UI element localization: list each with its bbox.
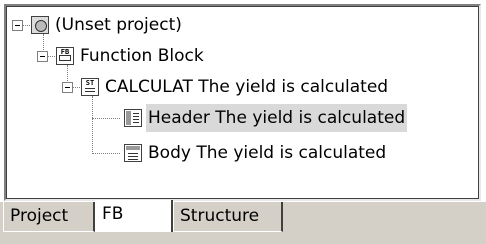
tab-structure[interactable]: Structure xyxy=(173,202,283,232)
tree-view[interactable]: (Unset project) FB Function Block ST CAL… xyxy=(4,4,481,201)
tab-strip: Project FB Structure xyxy=(0,200,486,244)
function-block-icon: FB xyxy=(56,47,74,65)
tab-project[interactable]: Project xyxy=(3,202,95,232)
project-tree-window: (Unset project) FB Function Block ST CAL… xyxy=(0,0,486,244)
collapse-icon[interactable] xyxy=(37,51,48,62)
tab-label: Structure xyxy=(180,206,260,226)
tree-connector xyxy=(92,96,93,154)
tree-connector xyxy=(67,65,68,81)
tree-node-label: (Unset project) xyxy=(55,15,182,35)
collapse-icon[interactable] xyxy=(62,82,73,93)
tree-node-label: Body The yield is calculated xyxy=(148,143,387,163)
body-icon xyxy=(124,144,142,162)
collapse-icon[interactable] xyxy=(12,20,23,31)
tree-connector xyxy=(23,25,30,26)
tree-connector xyxy=(92,153,120,154)
tree-node-label: Header The yield is calculated xyxy=(146,104,408,132)
tree-connector xyxy=(48,56,55,57)
structured-text-icon: ST xyxy=(81,78,99,96)
tree-connector xyxy=(92,118,120,119)
tab-label: FB xyxy=(102,204,124,224)
tab-fb[interactable]: FB xyxy=(95,200,173,232)
tree-connector xyxy=(43,34,44,50)
tree-connector xyxy=(73,87,80,88)
project-icon xyxy=(31,16,49,34)
header-icon xyxy=(124,109,142,127)
tree-node-label: Function Block xyxy=(80,46,204,66)
tab-label: Project xyxy=(10,206,69,226)
tree-node-label: CALCULAT The yield is calculated xyxy=(105,77,389,97)
